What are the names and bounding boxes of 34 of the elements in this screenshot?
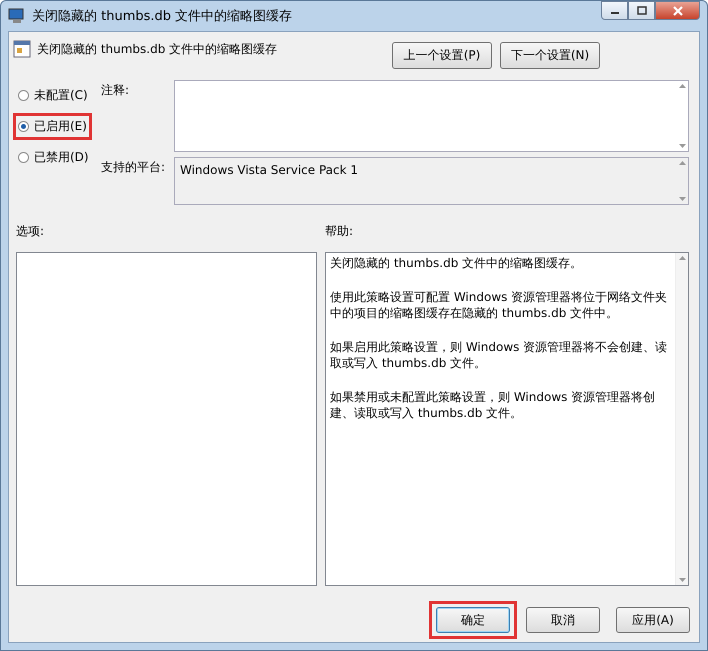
scrollbar[interactable] xyxy=(675,253,688,585)
computer-icon xyxy=(8,8,26,24)
platform-label: 支持的平台: xyxy=(101,159,166,176)
window-title: 关闭隐藏的 thumbs.db 文件中的缩略图缓存 xyxy=(32,8,292,25)
help-label: 帮助: xyxy=(325,224,354,238)
comment-label: 注释: xyxy=(101,82,130,99)
comment-field[interactable] xyxy=(174,80,689,152)
help-paragraph: 如果禁用或未配置此策略设置，则 Windows 资源管理器将创建、读取或写入 thumbs.db 文件。 xyxy=(330,389,656,421)
platform-value: Windows Vista Service Pack 1 xyxy=(179,162,359,179)
scroll-up-arrow-icon[interactable] xyxy=(678,84,686,88)
nav-button[interactable]: 下一个设置(N) xyxy=(500,42,600,69)
scroll-up-arrow-icon[interactable] xyxy=(678,161,686,165)
maximize-icon xyxy=(636,6,646,15)
close-button[interactable] xyxy=(655,1,700,20)
minimize-button[interactable] xyxy=(601,1,628,20)
scroll-down-arrow-icon[interactable] xyxy=(678,578,686,582)
dialog-button[interactable]: 确定 xyxy=(436,607,510,633)
options-label: 选项: xyxy=(16,224,46,238)
policy-icon xyxy=(13,40,31,58)
scroll-up-arrow-icon[interactable] xyxy=(678,256,686,260)
radio-option[interactable]: 已禁用(D) xyxy=(18,149,89,166)
scroll-down-arrow-icon[interactable] xyxy=(678,144,686,148)
help-paragraph: 使用此策略设置可配置 Windows 资源管理器将位于网络文件夹中的项目的缩略图缓存在隐藏的 thumbs.db 文件中。 xyxy=(330,289,668,321)
dialog-button[interactable]: 应用(A) xyxy=(616,607,690,633)
close-icon xyxy=(672,6,684,16)
help-paragraph: 如果启用此策略设置，则 Windows 资源管理器将不会创建、读取或写入 thumbs.db 文件。 xyxy=(330,339,668,371)
dialog-button[interactable]: 取消 xyxy=(526,607,600,633)
nav-button[interactable]: 上一个设置(P) xyxy=(392,42,492,69)
maximize-button[interactable] xyxy=(628,1,655,20)
radio-option[interactable]: 已启用(E) xyxy=(18,118,87,135)
radio-option[interactable]: 未配置(C) xyxy=(18,87,88,104)
policy-name: 关闭隐藏的 thumbs.db 文件中的缩略图缓存 xyxy=(37,40,278,58)
help-paragraph: 关闭隐藏的 thumbs.db 文件中的缩略图缓存。 xyxy=(330,255,584,271)
scroll-down-arrow-icon[interactable] xyxy=(678,197,686,201)
